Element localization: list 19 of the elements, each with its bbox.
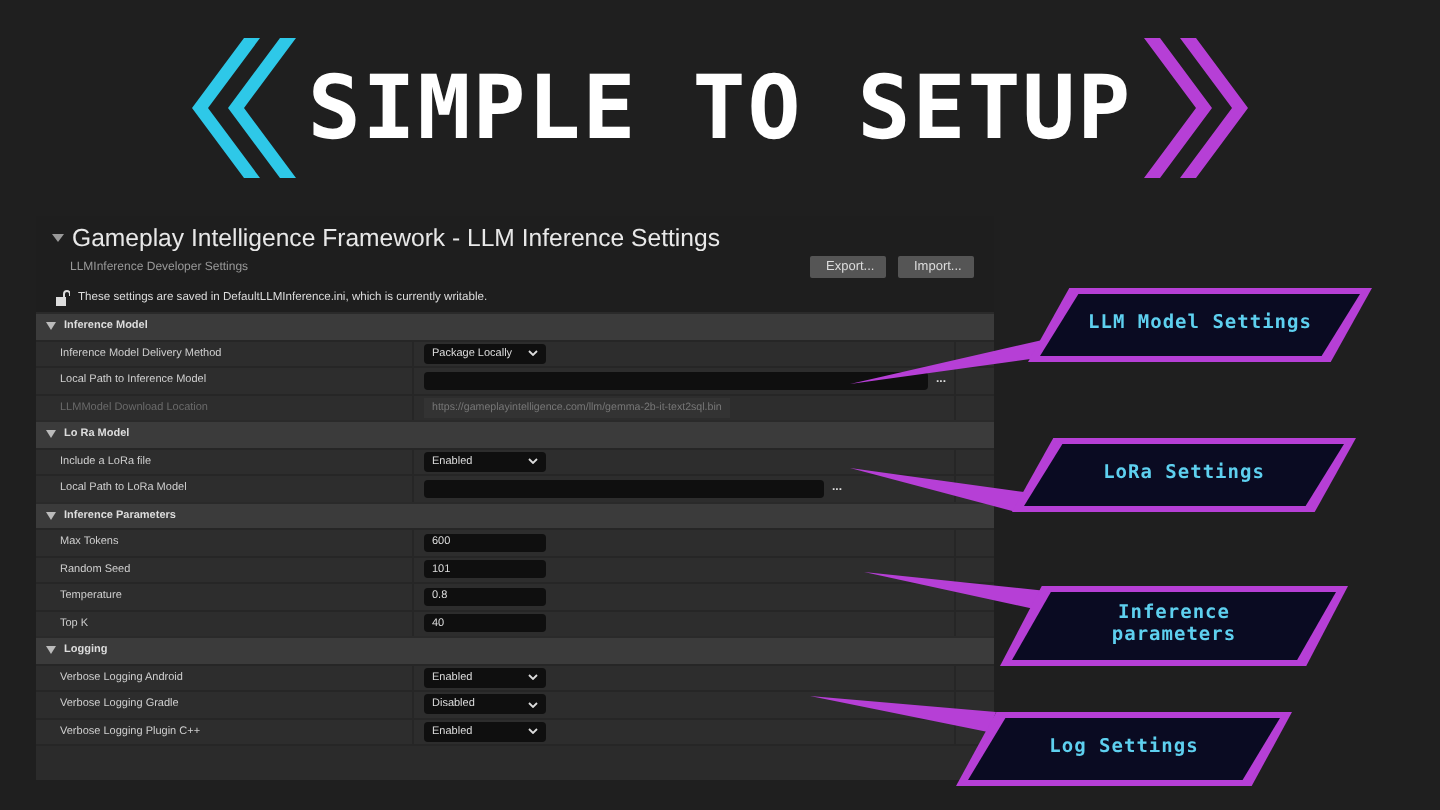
unlocked-lock-icon	[56, 290, 70, 306]
callout-label: Inference parameters	[1012, 592, 1336, 660]
callout-label: LLM Model Settings	[1040, 294, 1360, 356]
path-field[interactable]	[424, 479, 824, 498]
callout-label: LoRa Settings	[1024, 444, 1344, 506]
chevron-down-icon	[528, 701, 538, 708]
callout-label: Log Settings	[968, 718, 1280, 780]
expand-arrow-icon	[46, 430, 56, 439]
path-field[interactable]	[424, 371, 928, 390]
banner-title: SIMPLE TO SETUP	[307, 57, 1133, 159]
expand-arrow-icon	[46, 511, 56, 520]
expand-arrow-icon	[46, 322, 56, 331]
chevron-down-icon	[528, 674, 538, 681]
chevron-down-icon	[528, 350, 538, 357]
chevron-down-icon	[528, 458, 538, 465]
chevron-down-icon	[528, 728, 538, 735]
panel-title: Gameplay Intelligence Framework - LLM Inference Settings	[72, 224, 720, 252]
expand-arrow-icon	[46, 646, 56, 655]
collapse-arrow-icon[interactable]	[52, 233, 64, 243]
